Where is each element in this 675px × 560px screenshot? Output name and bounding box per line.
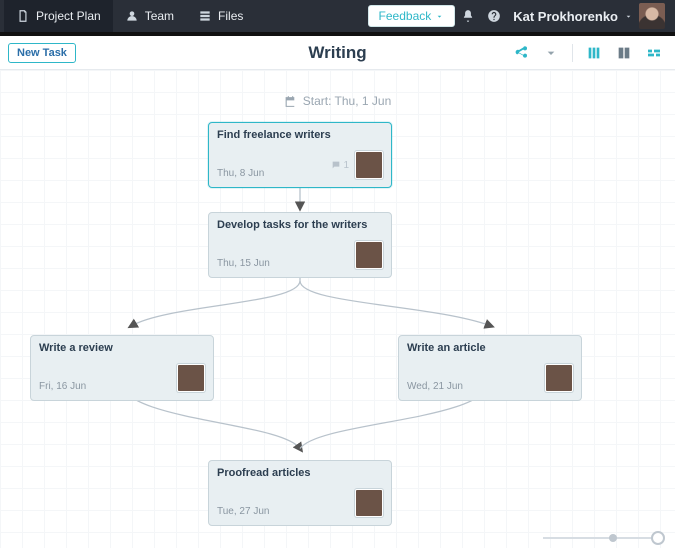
doc-icon: [16, 9, 30, 23]
task-title: Find freelance writers: [217, 129, 383, 141]
nav-project-plan[interactable]: Project Plan: [4, 0, 113, 32]
columns-icon: [586, 45, 602, 61]
user-menu[interactable]: Kat Prokhorenko: [507, 3, 671, 29]
user-name: Kat Prokhorenko: [513, 9, 618, 24]
help-icon: [487, 9, 501, 23]
files-icon: [198, 9, 212, 23]
share-button[interactable]: [508, 42, 534, 64]
share-icon: [513, 45, 529, 61]
task-avatar: [355, 241, 383, 269]
nav-label: Files: [218, 9, 243, 23]
separator: [572, 44, 573, 62]
task-title: Write a review: [39, 342, 205, 354]
user-avatar: [639, 3, 665, 29]
notifications-button[interactable]: [455, 0, 481, 32]
task-comment-count: 1: [343, 160, 349, 171]
chevron-down-icon: [543, 45, 559, 61]
task-card-proofread[interactable]: Proofread articles Tue, 27 Jun: [208, 460, 392, 526]
task-avatar: [355, 489, 383, 517]
view-columns-button[interactable]: [581, 42, 607, 64]
task-title: Develop tasks for the writers: [217, 219, 383, 231]
start-label: Start: Thu, 1 Jun: [303, 94, 392, 108]
task-date: Thu, 15 Jun: [217, 258, 270, 269]
nav-files[interactable]: Files: [186, 0, 255, 32]
bell-icon: [461, 9, 475, 23]
task-date: Thu, 8 Jun: [217, 168, 264, 179]
task-card-write-review[interactable]: Write a review Fri, 16 Jun: [30, 335, 214, 401]
task-date: Wed, 21 Jun: [407, 381, 463, 392]
timeline-icon: [646, 45, 662, 61]
new-task-button[interactable]: New Task: [8, 43, 76, 63]
task-avatar: [355, 151, 383, 179]
zoom-slider[interactable]: [543, 532, 663, 544]
view-board-button[interactable]: [611, 42, 637, 64]
chevron-down-icon: [624, 12, 633, 21]
chevron-down-icon: [435, 12, 444, 21]
task-title: Proofread articles: [217, 467, 383, 479]
nav-label: Project Plan: [36, 9, 101, 23]
task-avatar: [545, 364, 573, 392]
team-icon: [125, 9, 139, 23]
task-card-write-article[interactable]: Write an article Wed, 21 Jun: [398, 335, 582, 401]
nav-label: Team: [145, 9, 174, 23]
task-date: Fri, 16 Jun: [39, 381, 86, 392]
view-timeline-button[interactable]: [641, 42, 667, 64]
project-canvas[interactable]: Start: Thu, 1 Jun Find freelance writers…: [0, 70, 675, 548]
calendar-icon: [284, 95, 297, 108]
task-date: Tue, 27 Jun: [217, 506, 269, 517]
comment-icon: [331, 160, 341, 170]
task-comments[interactable]: 1: [331, 160, 349, 171]
feedback-label: Feedback: [379, 9, 432, 23]
feedback-button[interactable]: Feedback: [368, 5, 456, 27]
board-icon: [616, 45, 632, 61]
nav-team[interactable]: Team: [113, 0, 186, 32]
start-marker: Start: Thu, 1 Jun: [0, 94, 675, 108]
task-avatar: [177, 364, 205, 392]
help-button[interactable]: [481, 0, 507, 32]
task-title: Write an article: [407, 342, 573, 354]
top-bar: Project Plan Team Files Feedback Kat Pro…: [0, 0, 675, 32]
task-card-develop-tasks[interactable]: Develop tasks for the writers Thu, 15 Ju…: [208, 212, 392, 278]
sub-header: New Task Writing: [0, 36, 675, 70]
task-card-find-writers[interactable]: Find freelance writers Thu, 8 Jun 1: [208, 122, 392, 188]
share-options[interactable]: [538, 42, 564, 64]
